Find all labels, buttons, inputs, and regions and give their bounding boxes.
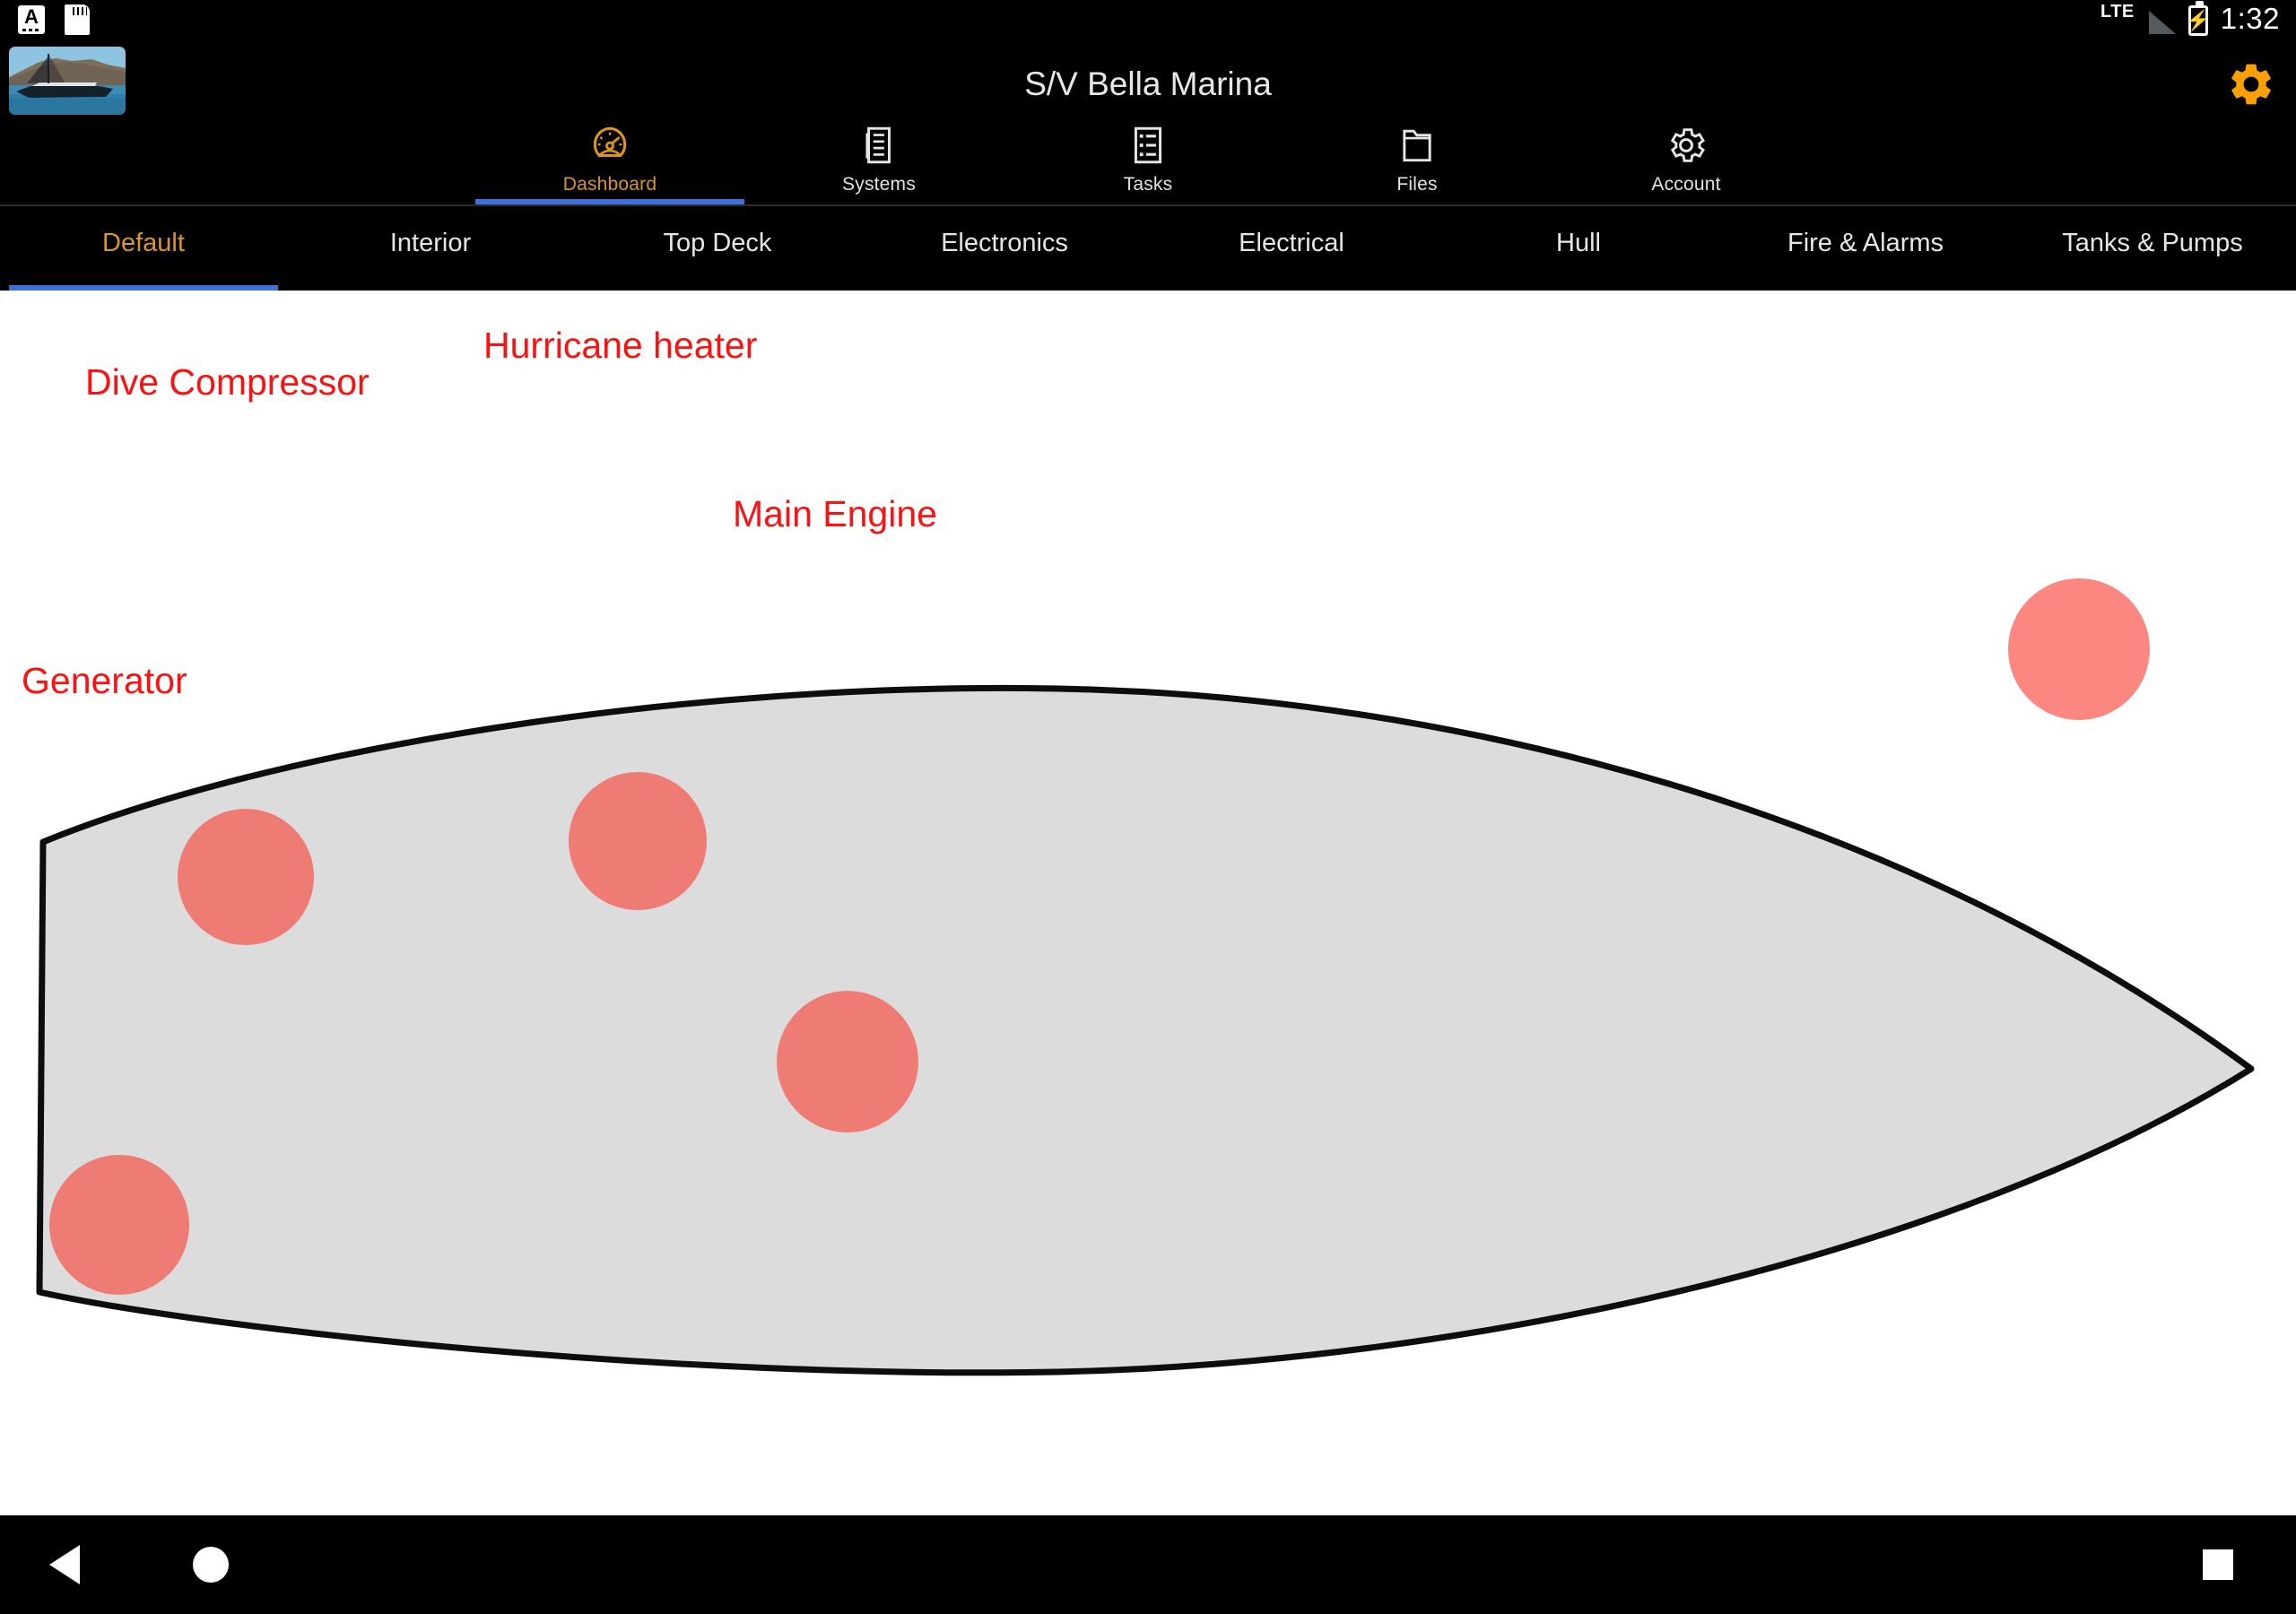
main-nav-tabs: Dashboard Systems Tasks Files Account: [0, 117, 2296, 206]
signal-bars-icon: [2147, 9, 2176, 34]
gear-outline-icon: [1664, 120, 1709, 170]
subtab-tanks-and-pumps[interactable]: Tanks & Pumps: [2009, 208, 2296, 291]
marker-hurricane-heater: [569, 772, 707, 910]
subtab-default[interactable]: Default: [0, 208, 287, 291]
subtab-electronics[interactable]: Electronics: [861, 208, 1148, 291]
app-root: A LTE ⚡ 1:32 S/V Bella Marina Dashboard …: [0, 0, 2296, 1614]
subtab-top-deck-label: Top Deck: [663, 229, 772, 257]
equipment-markers: [49, 578, 2150, 1295]
sdcard-icon: [65, 4, 90, 35]
vessel-hull-deck-plan[interactable]: Dive Compressor Hurricane heater Main En…: [0, 291, 2296, 1515]
network-type-label: LTE: [2100, 1, 2135, 22]
status-bar-left-icons: A: [18, 4, 90, 35]
tab-systems[interactable]: Systems: [744, 117, 1013, 204]
android-system-nav: [0, 1515, 2296, 1614]
recents-button[interactable]: [2203, 1549, 2233, 1580]
subtab-fire-and-alarms[interactable]: Fire & Alarms: [1722, 208, 2009, 291]
android-status-bar: A LTE ⚡ 1:32: [0, 0, 2296, 41]
folder-icon: [1395, 120, 1439, 170]
gauge-icon: [587, 120, 632, 170]
marker-dive-compressor: [178, 809, 314, 945]
back-button[interactable]: [49, 1545, 80, 1584]
notification-a-icon: A: [18, 5, 45, 34]
subtab-interior-label: Interior: [389, 229, 472, 257]
subtab-interior[interactable]: Interior: [287, 208, 574, 291]
marker-unlabeled: [2008, 578, 2150, 720]
category-sub-tabs: Default Interior Top Deck Electronics El…: [0, 208, 2296, 291]
tab-tasks-label: Tasks: [1123, 174, 1173, 195]
status-bar-right-icons: LTE ⚡ 1:32: [2100, 1, 2280, 36]
marker-main-engine: [777, 991, 918, 1132]
gear-icon[interactable]: [2226, 59, 2276, 109]
subtab-tanks-and-pumps-label: Tanks & Pumps: [2062, 229, 2243, 257]
tab-files-label: Files: [1396, 174, 1438, 195]
subtab-top-deck[interactable]: Top Deck: [574, 208, 861, 291]
tab-account[interactable]: Account: [1552, 117, 1821, 204]
home-button[interactable]: [193, 1547, 229, 1583]
subtab-electrical[interactable]: Electrical: [1148, 208, 1435, 291]
subtab-hull-label: Hull: [1556, 229, 1601, 257]
page-title: S/V Bella Marina: [1024, 65, 1272, 102]
subtab-electronics-label: Electronics: [941, 229, 1068, 257]
tab-files[interactable]: Files: [1283, 117, 1552, 204]
subtab-default-label: Default: [102, 229, 185, 257]
tab-account-label: Account: [1651, 174, 1721, 195]
subtab-electrical-label: Electrical: [1239, 229, 1344, 257]
checklist-icon: [1126, 120, 1170, 170]
battery-charging-icon: ⚡: [2186, 1, 2210, 36]
tab-dashboard[interactable]: Dashboard: [475, 117, 744, 204]
subtab-fire-and-alarms-label: Fire & Alarms: [1787, 229, 1944, 257]
status-bar-clock: 1:32: [2220, 2, 2280, 35]
app-header: S/V Bella Marina: [0, 41, 2296, 126]
nav-divider: [0, 204, 2296, 206]
subtab-hull[interactable]: Hull: [1435, 208, 1722, 291]
tab-systems-label: Systems: [842, 174, 916, 195]
marker-generator: [49, 1155, 189, 1295]
tab-dashboard-label: Dashboard: [562, 174, 657, 195]
document-list-icon: [857, 120, 901, 170]
tab-tasks[interactable]: Tasks: [1013, 117, 1283, 204]
